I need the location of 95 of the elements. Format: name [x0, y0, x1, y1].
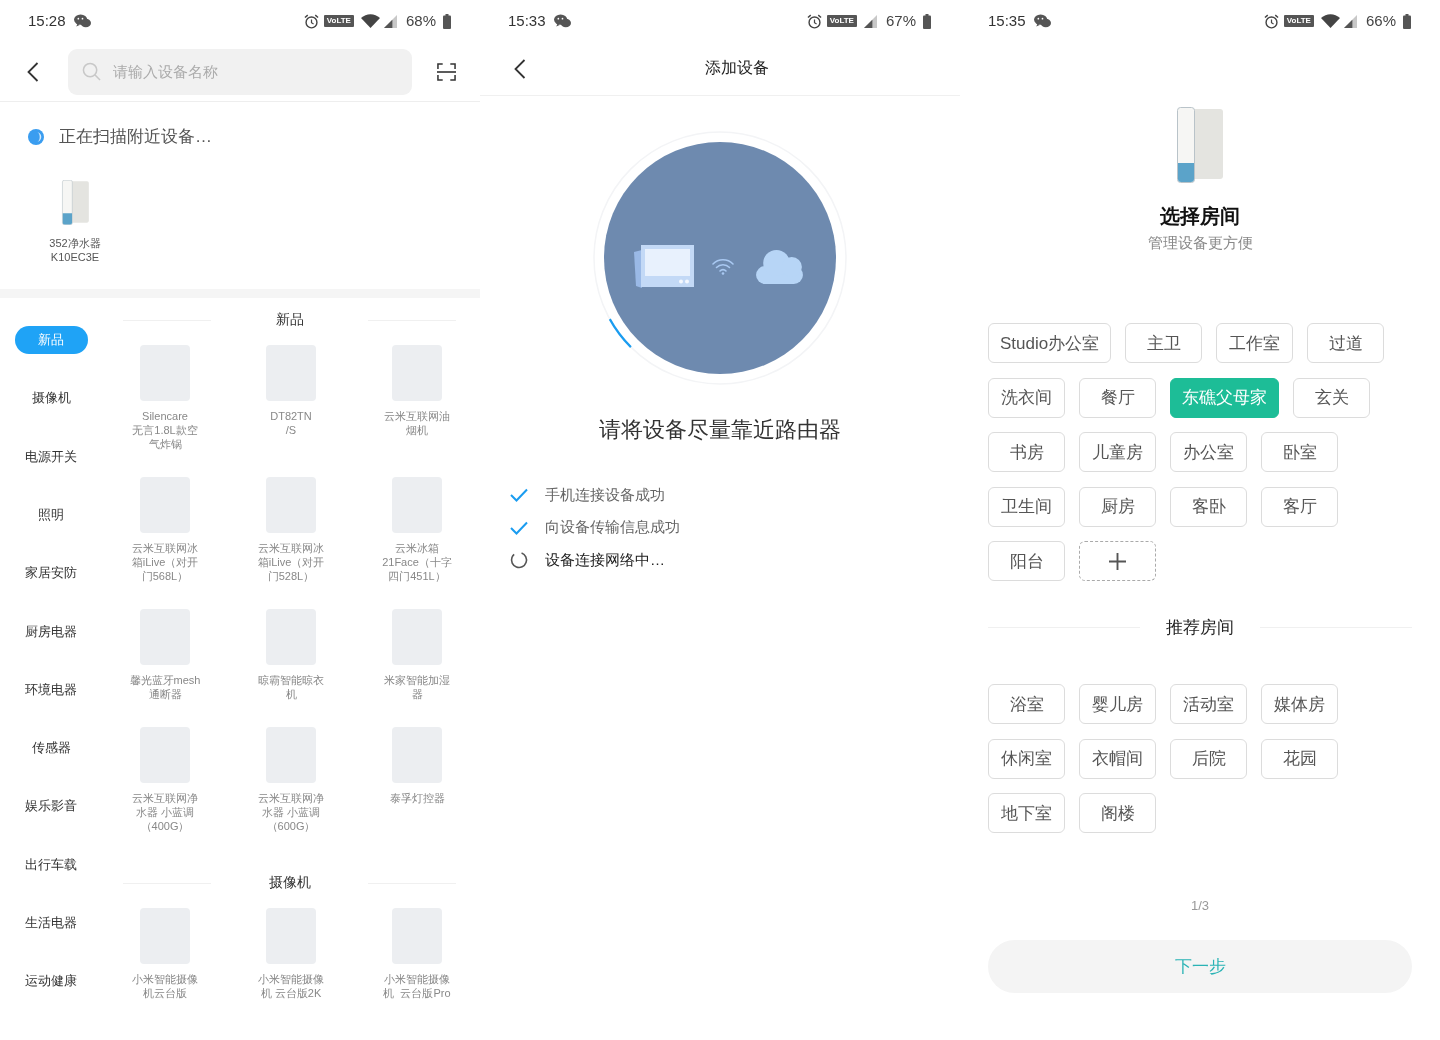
wifi-signal-icon [710, 257, 735, 275]
room-chip[interactable]: 花园 [1261, 738, 1338, 779]
back-icon[interactable] [514, 58, 526, 79]
screen-title: 选择房间 [1160, 204, 1240, 229]
page-indicator: 1/3 [1190, 897, 1210, 915]
battery-icon [443, 13, 451, 29]
product-name[interactable]: 米家智能加湿器 [381, 673, 453, 701]
volte-indicator: VoLTE [1283, 15, 1314, 27]
category-tab[interactable]: 电源开关 [14, 442, 88, 471]
room-chip[interactable]: 工作室 [1216, 323, 1294, 363]
scan-status: 正在扫描附近设备… [59, 126, 212, 148]
product-name[interactable]: 云米互联网净水器 小蓝调（600G） [255, 791, 327, 833]
product-name[interactable]: 馨光蓝牙mesh 通断器 [129, 673, 201, 701]
room-chip[interactable]: 婴儿房 [1079, 684, 1156, 724]
step-label: 设备连接网络中… [545, 550, 665, 570]
product-name[interactable]: 泰孚灯控器 [381, 791, 453, 805]
section-heading: 摄像机 [268, 874, 311, 892]
category-tab[interactable]: 照明 [14, 501, 88, 529]
room-chip[interactable]: 玄关 [1293, 377, 1370, 418]
category-tab[interactable]: 摄像机 [14, 384, 88, 413]
room-chip[interactable]: 休闲室 [988, 738, 1065, 779]
room-chip[interactable]: 儿童房 [1079, 432, 1156, 472]
room-chip[interactable]: 媒体房 [1261, 684, 1338, 724]
product-name[interactable]: 云米互联网净水器 小蓝调（400G） [129, 791, 201, 833]
room-chip[interactable]: Studio办公室 [988, 323, 1112, 363]
room-chip[interactable]: 办公室 [1170, 432, 1247, 472]
signal-icon [863, 14, 877, 28]
section-heading: 推荐房间 [1166, 616, 1234, 639]
chat-bubbles-icon [1033, 14, 1051, 28]
tablet-icon [633, 244, 694, 288]
room-chip[interactable]: 衣帽间 [1079, 738, 1156, 779]
screen-title: 添加设备 [705, 58, 769, 78]
product-name[interactable]: 小米智能摄像机 云台版2K [255, 972, 327, 1000]
category-tab[interactable]: 娱乐影音 [14, 792, 88, 821]
battery-percentage: 66% [1365, 12, 1396, 30]
room-chip[interactable]: 过道 [1307, 323, 1385, 363]
search-field[interactable]: 请输入设备名称 [68, 48, 412, 95]
status-time: 15:35 [988, 12, 1026, 30]
product-name[interactable]: 云米互联网冰箱iLive（对开门528L） [255, 541, 327, 583]
room-chip[interactable]: 书房 [988, 432, 1065, 472]
room-chip[interactable]: 卫生间 [988, 486, 1065, 527]
room-chip[interactable]: 卧室 [1261, 432, 1338, 472]
product-name[interactable]: 小米智能摄像机 云台版Pro [381, 972, 453, 1000]
category-tab[interactable]: 厨房电器 [14, 617, 88, 646]
instruction-text: 请将设备尽量靠近路由器 [598, 416, 842, 444]
category-tab[interactable]: 生活电器 [14, 908, 88, 937]
room-chip[interactable]: 阁楼 [1079, 793, 1156, 833]
signal-icon [383, 14, 397, 28]
status-time: 15:33 [508, 12, 546, 30]
room-chip[interactable]: 活动室 [1170, 684, 1247, 724]
product-name[interactable]: 晾霸智能晾衣机 [255, 673, 327, 701]
scan-icon[interactable] [437, 62, 456, 81]
category-tab[interactable]: 运动健康 [14, 967, 88, 996]
room-chip[interactable]: 洗衣间 [988, 377, 1065, 418]
room-chip[interactable]: 阳台 [988, 541, 1065, 581]
chat-bubbles-icon [553, 14, 571, 28]
step-label: 向设备传输信息成功 [545, 518, 680, 538]
water-purifier-drawing [60, 180, 90, 225]
loading-spinner-icon [28, 129, 44, 145]
volte-indicator: VoLTE [323, 15, 354, 27]
battery-percentage: 68% [405, 12, 436, 30]
room-chip[interactable]: 主卫 [1125, 323, 1203, 363]
screen-subtitle: 管理设备更方便 [1147, 233, 1253, 253]
category-tab[interactable]: 传感器 [14, 734, 88, 763]
room-chip[interactable]: 客卧 [1170, 486, 1247, 527]
category-tab[interactable]: 出行车载 [14, 850, 88, 879]
room-chip[interactable]: 客厅 [1261, 486, 1338, 527]
room-chip[interactable]: 餐厅 [1079, 377, 1156, 418]
back-icon[interactable] [27, 61, 39, 82]
category-tab[interactable]: 环境电器 [14, 675, 88, 704]
product-name[interactable]: 云米冰箱21Face（十字四门451L） [381, 541, 453, 583]
product-name[interactable]: DT82TN /S [255, 409, 327, 437]
alarm-clock-icon [1263, 13, 1279, 29]
status-time: 15:28 [28, 12, 66, 30]
category-tab[interactable]: 家居安防 [14, 559, 88, 588]
battery-percentage: 67% [885, 12, 916, 30]
signal-icon [1343, 14, 1357, 28]
room-chip[interactable]: 厨房 [1079, 486, 1156, 527]
volte-indicator: VoLTE [826, 15, 857, 27]
step-label: 手机连接设备成功 [545, 485, 665, 505]
product-name[interactable]: 云米互联网冰箱iLive（对开门568L） [129, 541, 201, 583]
battery-icon [923, 13, 931, 29]
chat-bubbles-icon [73, 14, 91, 28]
product-name[interactable]: 小米智能摄像机云台版 [129, 972, 201, 1000]
room-chip[interactable]: 浴室 [988, 684, 1065, 724]
device-name[interactable]: 352净水器 K10EC3E [49, 236, 101, 264]
room-chip[interactable]: 地下室 [988, 793, 1065, 833]
alarm-clock-icon [303, 13, 319, 29]
product-name[interactable]: 云米互联网油烟机 [381, 409, 453, 437]
section-heading: 新品 [275, 311, 304, 329]
alarm-clock-icon [806, 13, 822, 29]
battery-icon [1403, 13, 1411, 29]
product-name[interactable]: Silencare 无言1.8L款空气炸锅 [129, 409, 201, 451]
plus-icon [1109, 552, 1126, 570]
room-chip[interactable]: 后院 [1170, 738, 1247, 779]
